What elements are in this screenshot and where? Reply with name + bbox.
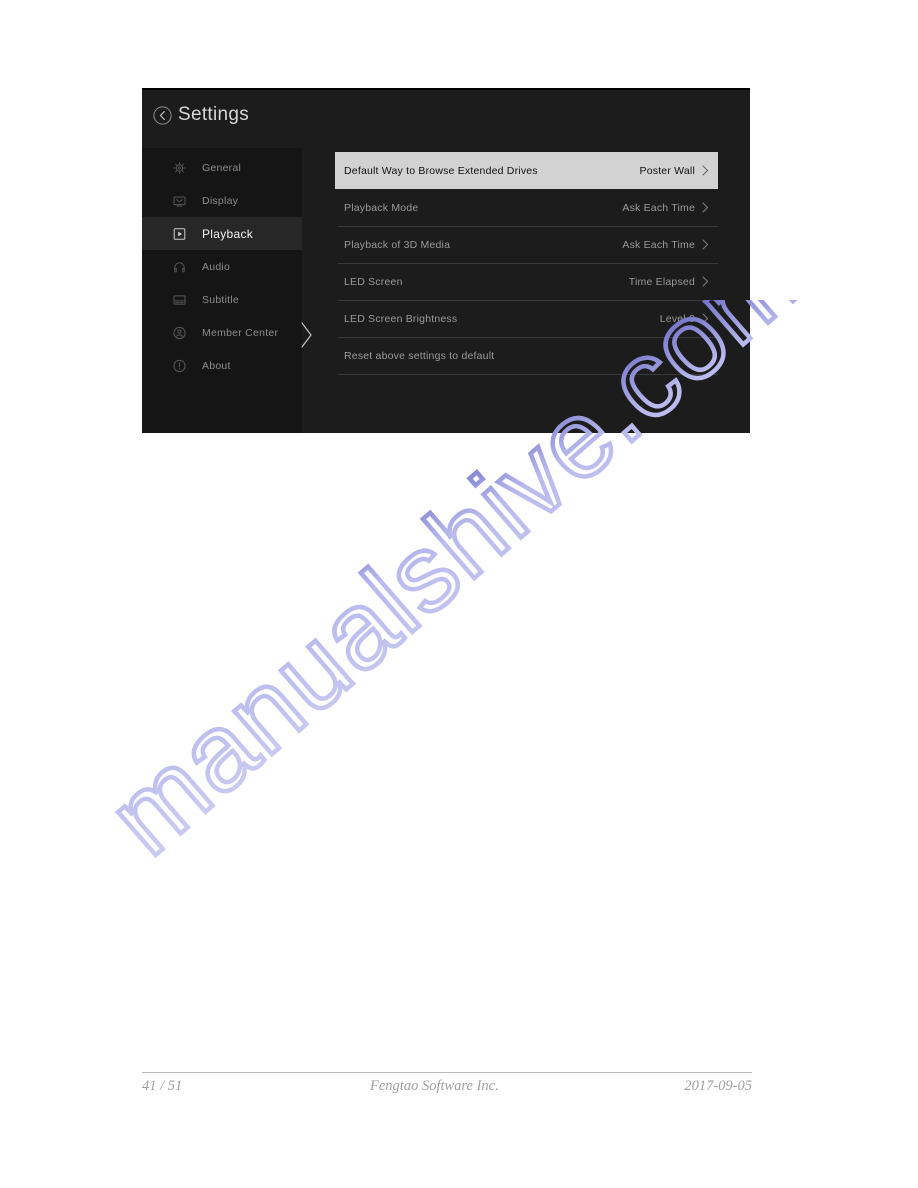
setting-row-default-browse-way[interactable]: Default Way to Browse Extended Drives Po… [335,152,718,189]
setting-value: Level 8 [659,312,695,325]
setting-value-group: Ask Each Time [622,202,709,214]
settings-sidebar: General Display Playback Audio Subtitle … [142,148,302,433]
sidebar-item-label: Audio [202,260,231,273]
setting-row-reset-defaults[interactable]: Reset above settings to default [335,337,718,374]
setting-value-group: Poster Wall [640,165,710,177]
setting-label: Playback of 3D Media [344,238,451,251]
sidebar-selection-chevron-icon [301,322,313,348]
play-box-icon [173,227,186,240]
list-bottom-divider [338,374,718,375]
playback-settings-list: Default Way to Browse Extended Drives Po… [335,152,718,375]
setting-label: LED Screen Brightness [344,312,458,325]
setting-value-group: Level 8 [660,313,709,325]
gear-icon [173,161,186,174]
sidebar-item-display[interactable]: Display [142,184,302,217]
sidebar-item-label: About [202,359,231,372]
setting-value: Time Elapsed [628,275,695,288]
setting-value: Ask Each Time [622,201,695,214]
sidebar-item-label: Playback [202,226,254,241]
circle-chevron-left-icon[interactable] [153,106,172,125]
setting-label: Reset above settings to default [344,349,495,362]
chevron-right-icon [702,276,709,287]
setting-label: LED Screen [344,275,403,288]
setting-label: Playback Mode [344,201,419,214]
headphones-icon [173,260,186,273]
setting-row-led-screen[interactable]: LED Screen Time Elapsed [335,263,718,300]
setting-row-led-screen-brightness[interactable]: LED Screen Brightness Level 8 [335,300,718,337]
chevron-right-icon [702,313,709,324]
setting-row-playback-3d-media[interactable]: Playback of 3D Media Ask Each Time [335,226,718,263]
footer-page-number: 41 / 51 [142,1078,183,1094]
footer-divider [142,1072,752,1073]
sidebar-item-label: Subtitle [202,293,240,306]
setting-value-group: Ask Each Time [622,239,709,251]
monitor-icon [173,194,186,207]
sidebar-item-audio[interactable]: Audio [142,250,302,283]
sidebar-item-about[interactable]: About [142,349,302,382]
sidebar-item-label: General [202,161,242,174]
chevron-right-icon [702,202,709,213]
dvdfab-settings-screenshot: Settings General Display Playback Audio … [142,88,750,433]
sidebar-item-general[interactable]: General [142,151,302,184]
sidebar-item-playback[interactable]: Playback [142,217,302,250]
setting-value: Poster Wall [639,164,695,177]
chevron-right-icon [702,165,709,176]
setting-value-group: Time Elapsed [629,276,709,288]
sidebar-item-subtitle[interactable]: Subtitle [142,283,302,316]
settings-header: Settings [142,90,750,148]
setting-label: Default Way to Browse Extended Drives [344,164,538,177]
footer-date: 2017-09-05 [684,1078,752,1094]
setting-value: Ask Each Time [622,238,695,251]
footer-company: Fengtao Software Inc. [370,1078,499,1094]
page-footer: 41 / 51 Fengtao Software Inc. 2017-09-05 [142,1078,752,1100]
sidebar-item-label: Member Center [202,326,279,339]
info-circle-icon [173,359,186,372]
sidebar-item-label: Display [202,194,239,207]
person-circle-icon [173,326,186,339]
page-title: Settings [178,104,250,125]
setting-row-playback-mode[interactable]: Playback Mode Ask Each Time [335,189,718,226]
subtitle-box-icon [173,293,186,306]
chevron-right-icon [702,239,709,250]
sidebar-item-member-center[interactable]: Member Center [142,316,302,349]
document-page: Settings General Display Playback Audio … [0,0,918,1188]
